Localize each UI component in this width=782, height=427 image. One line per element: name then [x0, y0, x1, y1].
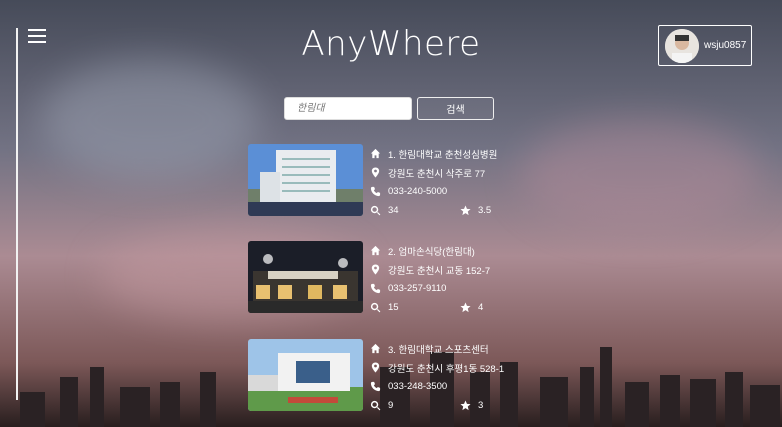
- avatar: [665, 28, 699, 63]
- home-icon: [369, 343, 381, 355]
- star-icon: [459, 205, 471, 217]
- result-card: 3. 한림대학교 스포츠센터 강원도 춘천시 후평1동 528-1 033-24…: [248, 339, 528, 413]
- cloud-decoration: [520, 120, 760, 230]
- home-icon: [369, 245, 381, 257]
- phone-icon: [369, 381, 381, 393]
- rating-value: 4: [478, 302, 484, 313]
- place-address: 강원도 춘천시 교동 152-7: [388, 265, 491, 277]
- map-pin-icon: [369, 362, 381, 374]
- search-input[interactable]: [284, 97, 412, 120]
- view-count: 15: [388, 302, 399, 313]
- search-icon: [369, 302, 381, 314]
- view-count: 34: [388, 205, 399, 216]
- side-divider: [16, 28, 18, 400]
- phone-icon: [369, 186, 381, 198]
- user-profile-button[interactable]: wsju0857: [658, 25, 752, 66]
- search-icon: [369, 400, 381, 412]
- star-icon: [459, 400, 471, 412]
- place-phone: 033-248-3500: [388, 381, 448, 392]
- result-thumbnail[interactable]: [248, 241, 363, 313]
- place-name[interactable]: 2. 엄마손식당(한림대): [388, 244, 475, 258]
- result-thumbnail[interactable]: [248, 144, 363, 216]
- search-button[interactable]: 검색: [417, 97, 494, 120]
- place-phone: 033-240-5000: [388, 186, 448, 197]
- result-card: 2. 엄마손식당(한림대) 강원도 춘천시 교동 152-7 033-257-9…: [248, 241, 528, 315]
- result-thumbnail[interactable]: [248, 339, 363, 411]
- place-address: 강원도 춘천시 후평1동 528-1: [388, 363, 505, 375]
- view-count: 9: [388, 400, 394, 411]
- map-pin-icon: [369, 264, 381, 276]
- star-icon: [459, 302, 471, 314]
- home-icon: [369, 148, 381, 160]
- search-icon: [369, 205, 381, 217]
- username: wsju0857: [704, 40, 747, 51]
- place-name[interactable]: 1. 한림대학교 춘천성심병원: [388, 147, 497, 161]
- rating-value: 3: [478, 400, 484, 411]
- phone-icon: [369, 283, 381, 295]
- rating-value: 3.5: [478, 205, 492, 216]
- place-name[interactable]: 3. 한림대학교 스포츠센터: [388, 342, 489, 356]
- cloud-decoration: [40, 60, 260, 180]
- result-card: 1. 한림대학교 춘천성심병원 강원도 춘천시 삭주로 77 033-240-5…: [248, 144, 528, 218]
- place-address: 강원도 춘천시 삭주로 77: [388, 168, 486, 180]
- map-pin-icon: [369, 167, 381, 179]
- place-phone: 033-257-9110: [388, 283, 447, 294]
